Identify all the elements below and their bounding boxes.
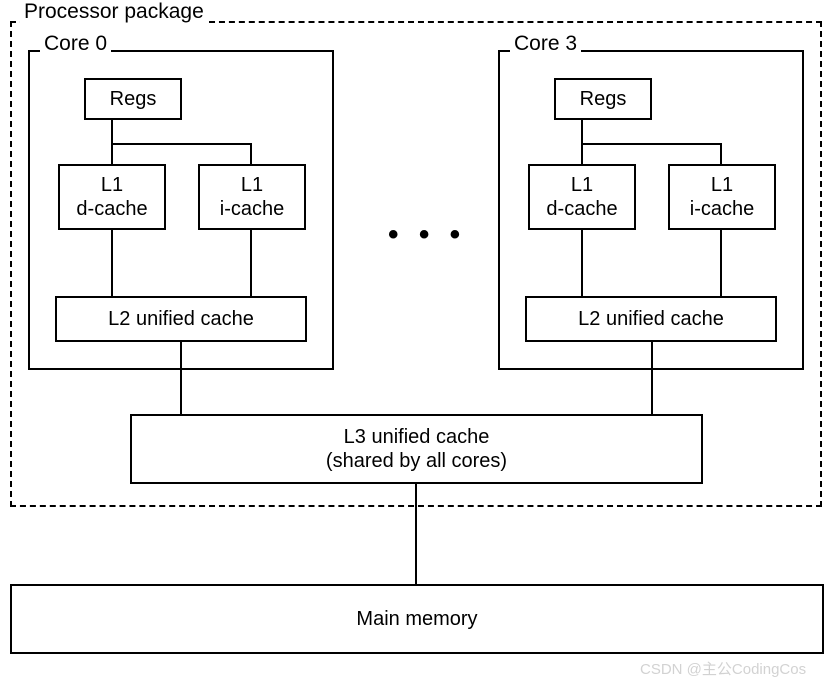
core3-regs-to-split	[581, 120, 583, 164]
core0-l1-dcache-box: L1 d-cache	[58, 164, 166, 230]
core3-l2-to-l3	[651, 342, 653, 414]
core3-l1-icache-box: L1 i-cache	[668, 164, 776, 230]
core0-l2-to-l3	[180, 342, 182, 414]
core0-regs-to-split	[111, 120, 113, 164]
core3-l1i-line1: L1	[711, 173, 733, 197]
core0-l1d-line2: d-cache	[76, 197, 147, 221]
core0-h-split	[111, 143, 251, 145]
core3-l2-box: L2 unified cache	[525, 296, 777, 342]
core0-split-to-icache	[250, 143, 252, 164]
ellipsis-icon: • • •	[388, 218, 466, 252]
core0-l1i-to-l2	[250, 230, 252, 296]
core3-l1d-to-l2	[581, 230, 583, 296]
main-memory-label: Main memory	[356, 607, 477, 631]
core3-l1d-line2: d-cache	[546, 197, 617, 221]
core3-regs-box: Regs	[554, 78, 652, 120]
l3-line2: (shared by all cores)	[326, 449, 507, 473]
l3-line1: L3 unified cache	[344, 425, 490, 449]
core0-l1-icache-box: L1 i-cache	[198, 164, 306, 230]
core0-l2-label: L2 unified cache	[108, 307, 254, 331]
main-memory-box: Main memory	[10, 584, 824, 654]
l3-to-memory	[415, 484, 417, 584]
core0-l1i-line1: L1	[241, 173, 263, 197]
core0-l1d-line1: L1	[101, 173, 123, 197]
core3-l1i-to-l2	[720, 230, 722, 296]
core3-l1i-line2: i-cache	[690, 197, 754, 221]
watermark-text: CSDN @主公CodingCos	[640, 658, 806, 679]
core3-h-split	[581, 143, 721, 145]
core3-l1-dcache-box: L1 d-cache	[528, 164, 636, 230]
core3-l2-label: L2 unified cache	[578, 307, 724, 331]
l3-cache-box: L3 unified cache (shared by all cores)	[130, 414, 703, 484]
core3-split-to-icache	[720, 143, 722, 164]
diagram-canvas: Processor package Core 0 Regs L1 d-cache…	[0, 0, 836, 697]
core0-regs-box: Regs	[84, 78, 182, 120]
core0-l1i-line2: i-cache	[220, 197, 284, 221]
core-3-label: Core 3	[510, 32, 581, 56]
processor-package-label: Processor package	[20, 0, 208, 24]
core0-l1d-to-l2	[111, 230, 113, 296]
core0-regs-label: Regs	[110, 87, 157, 111]
core0-l2-box: L2 unified cache	[55, 296, 307, 342]
core3-regs-label: Regs	[580, 87, 627, 111]
core3-l1d-line1: L1	[571, 173, 593, 197]
core-0-label: Core 0	[40, 32, 111, 56]
